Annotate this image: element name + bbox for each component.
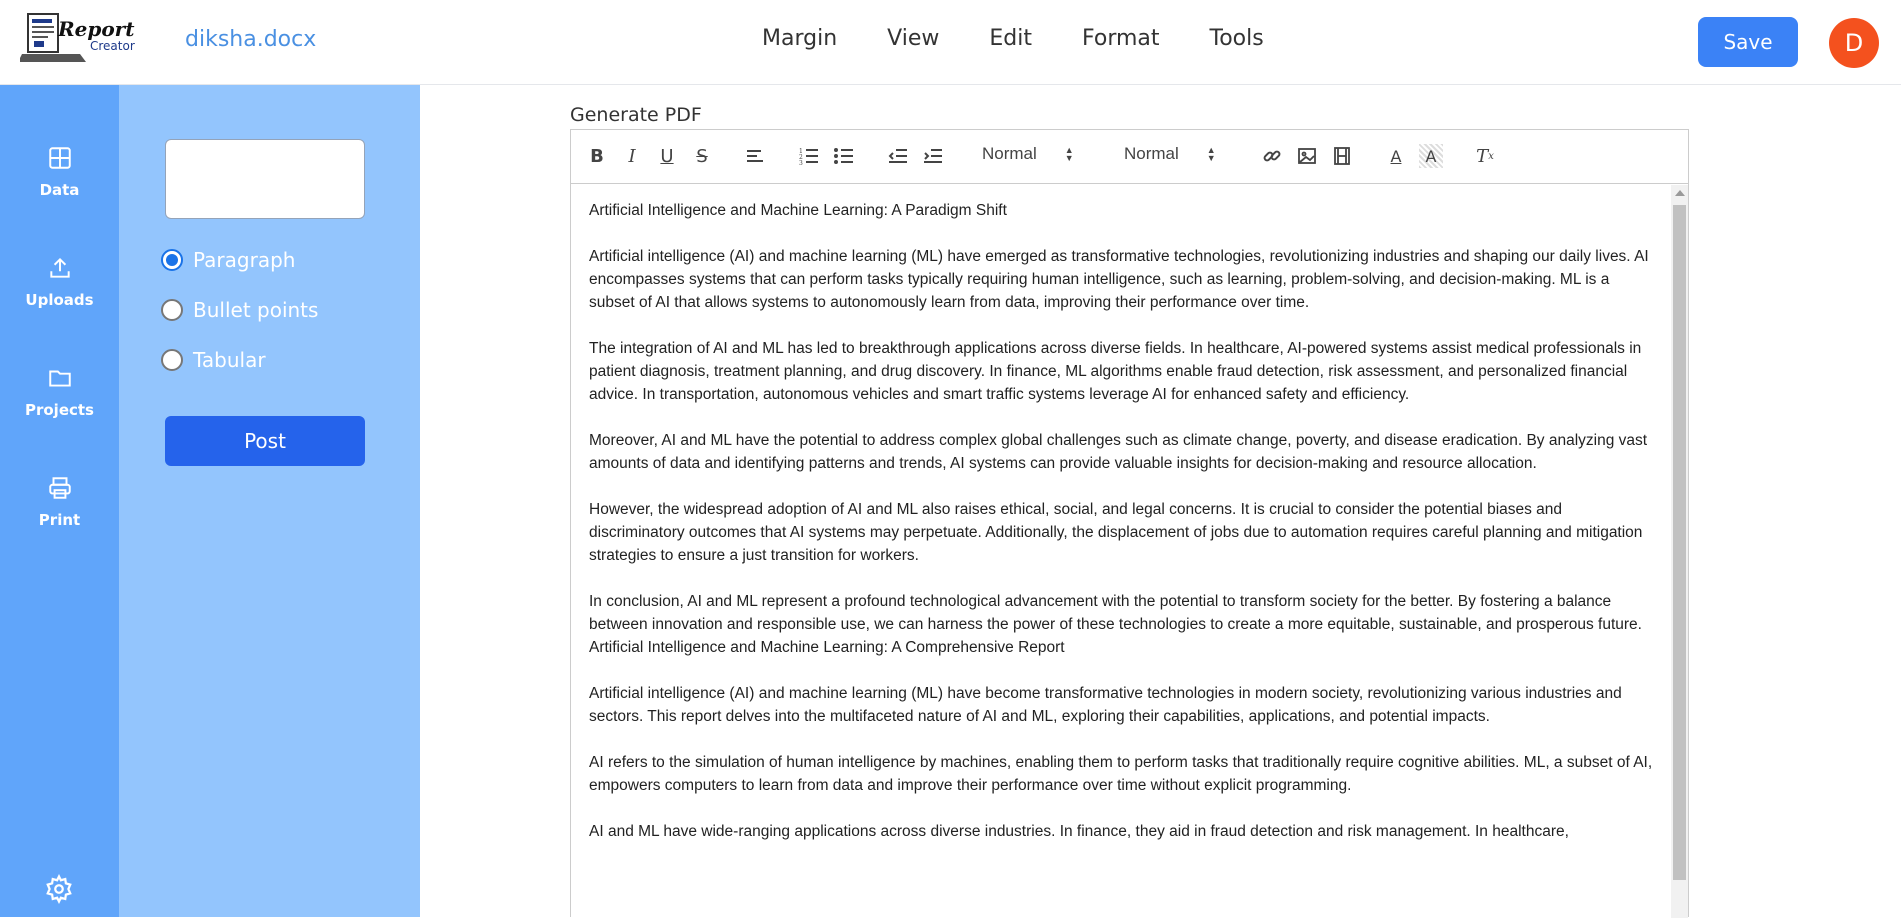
main-menu: Margin View Edit Format Tools	[762, 26, 1314, 51]
select-arrows-icon: ▲ ▼	[1206, 145, 1216, 163]
menu-margin[interactable]: Margin	[762, 26, 837, 51]
menu-edit[interactable]: Edit	[989, 26, 1032, 51]
left-sidebar: Data Uploads Projects Print	[0, 85, 119, 917]
heading-select-value: Normal	[1124, 144, 1179, 163]
post-button[interactable]: Post	[165, 416, 365, 466]
paragraph: Artificial Intelligence and Machine Lear…	[589, 202, 1007, 219]
editor-content[interactable]: Artificial Intelligence and Machine Lear…	[571, 185, 1673, 918]
svg-text:3: 3	[799, 160, 803, 166]
radio-label: Paragraph	[193, 248, 296, 272]
outdent-icon[interactable]	[886, 144, 910, 168]
radio-bullet-points[interactable]: Bullet points	[161, 298, 318, 322]
document-filename[interactable]: diksha.docx	[185, 27, 316, 52]
prompt-input[interactable]	[165, 139, 365, 219]
scroll-thumb[interactable]	[1673, 205, 1686, 880]
sidebar-item-data[interactable]: Data	[0, 145, 119, 199]
editor-toolbar: B I U S 123 Normal ▲ ▼ Normal ▲ ▼ A A T …	[571, 130, 1688, 184]
bullet-list-icon[interactable]	[832, 144, 856, 168]
ordered-list-icon[interactable]: 123	[797, 144, 821, 168]
paragraph: Artificial Intelligence and Machine Lear…	[589, 639, 1065, 656]
sidebar-item-print[interactable]: Print	[0, 475, 119, 529]
sidebar-item-label: Projects	[24, 401, 94, 419]
italic-icon[interactable]: I	[620, 144, 644, 168]
gear-icon	[46, 873, 72, 905]
size-select-value: Normal	[982, 144, 1037, 163]
sidebar-item-label: Data	[39, 181, 80, 199]
upload-icon	[49, 257, 70, 278]
scroll-up-arrow-icon[interactable]	[1675, 190, 1685, 196]
indent-icon[interactable]	[921, 144, 945, 168]
radio-label: Bullet points	[193, 298, 319, 322]
menu-format[interactable]: Format	[1082, 26, 1160, 51]
save-button[interactable]: Save	[1698, 17, 1798, 67]
link-icon[interactable]	[1260, 144, 1284, 168]
radio-button[interactable]	[161, 349, 183, 371]
sidebar-item-label: Uploads	[25, 291, 94, 309]
radio-paragraph[interactable]: Paragraph	[161, 248, 295, 272]
size-select[interactable]: Normal ▲ ▼	[982, 144, 1074, 164]
menu-view[interactable]: View	[887, 26, 939, 51]
paragraph: Moreover, AI and ML have the potential t…	[589, 432, 1648, 472]
svg-text:Creator: Creator	[90, 39, 135, 53]
menu-tools[interactable]: Tools	[1210, 26, 1264, 51]
generate-pdf-label: Generate PDF	[570, 104, 702, 126]
bold-icon[interactable]: B	[585, 144, 609, 168]
options-panel: Paragraph Bullet points Tabular Post	[119, 85, 420, 917]
sidebar-item-uploads[interactable]: Uploads	[0, 255, 119, 309]
paragraph: AI and ML have wide-ranging applications…	[589, 823, 1569, 840]
sidebar-item-projects[interactable]: Projects	[0, 365, 119, 419]
text-color-icon[interactable]: A	[1384, 144, 1408, 168]
clear-formatting-icon[interactable]: Tx	[1473, 144, 1497, 168]
background-color-icon[interactable]: A	[1419, 144, 1443, 168]
image-icon[interactable]	[1295, 144, 1319, 168]
radio-button[interactable]	[161, 249, 183, 271]
settings-gear-button[interactable]	[44, 873, 74, 909]
printer-icon	[48, 477, 71, 499]
svg-text:Report: Report	[57, 17, 135, 41]
align-left-icon[interactable]	[743, 144, 767, 168]
paragraph: The integration of AI and ML has led to …	[589, 340, 1642, 403]
heading-select[interactable]: Normal ▲ ▼	[1124, 144, 1216, 164]
paragraph: Artificial intelligence (AI) and machine…	[589, 248, 1649, 311]
user-avatar[interactable]: D	[1829, 18, 1879, 68]
sidebar-item-label: Print	[38, 511, 81, 529]
radio-label: Tabular	[193, 348, 266, 372]
top-bar: Report Creator diksha.docx Margin View E…	[0, 0, 1901, 85]
folder-icon	[48, 370, 71, 387]
vertical-scrollbar[interactable]	[1671, 185, 1688, 918]
paragraph: However, the widespread adoption of AI a…	[589, 501, 1643, 564]
select-arrows-icon: ▲ ▼	[1064, 145, 1074, 163]
grid-icon	[48, 147, 71, 169]
underline-icon[interactable]: U	[655, 144, 679, 168]
paragraph: In conclusion, AI and ML represent a pro…	[589, 593, 1642, 633]
report-creator-logo[interactable]: Report Creator	[18, 10, 138, 68]
strikethrough-icon[interactable]: S	[690, 144, 714, 168]
paragraph: Artificial intelligence (AI) and machine…	[589, 685, 1622, 725]
rich-text-editor: B I U S 123 Normal ▲ ▼ Normal ▲ ▼ A A T …	[570, 129, 1689, 918]
radio-tabular[interactable]: Tabular	[161, 348, 266, 372]
radio-button[interactable]	[161, 299, 183, 321]
video-icon[interactable]	[1330, 144, 1354, 168]
paragraph: AI refers to the simulation of human int…	[589, 754, 1653, 794]
